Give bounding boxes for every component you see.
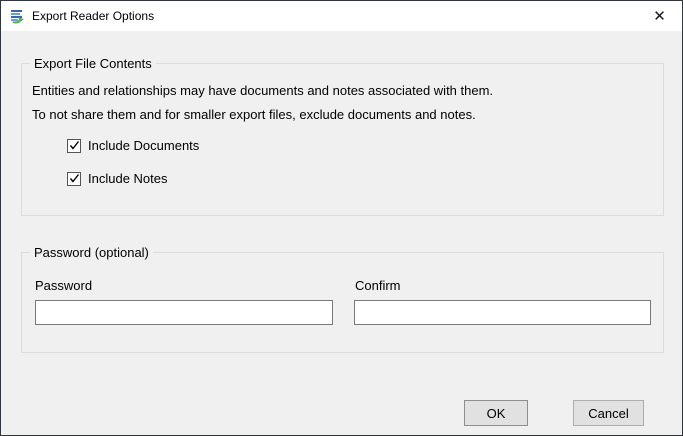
checkmark-icon xyxy=(69,141,79,150)
include-notes-checkbox-row[interactable]: Include Notes xyxy=(67,171,168,186)
group-legend: Export File Contents xyxy=(30,56,156,71)
include-notes-label: Include Notes xyxy=(88,171,168,186)
include-notes-checkbox[interactable] xyxy=(67,171,81,186)
export-file-contents-group: Export File Contents Entities and relati… xyxy=(21,56,664,216)
confirm-input[interactable] xyxy=(354,300,651,325)
include-documents-label: Include Documents xyxy=(88,138,200,153)
ok-button[interactable]: OK xyxy=(464,400,528,426)
window-title: Export Reader Options xyxy=(32,9,155,23)
cancel-button[interactable]: Cancel xyxy=(573,400,644,426)
password-input[interactable] xyxy=(35,300,333,325)
include-documents-checkbox-row[interactable]: Include Documents xyxy=(67,138,199,153)
password-label: Password xyxy=(35,278,93,293)
close-button[interactable]: ✕ xyxy=(637,1,682,30)
checkmark-icon xyxy=(69,174,79,183)
password-group: Password (optional) Password Confirm xyxy=(21,245,664,353)
include-documents-checkbox[interactable] xyxy=(67,138,81,153)
export-document-icon xyxy=(11,10,24,24)
description-line-2: To not share them and for smaller export… xyxy=(32,107,476,122)
description-line-1: Entities and relationships may have docu… xyxy=(32,83,494,98)
group-legend: Password (optional) xyxy=(30,245,153,260)
titlebar: Export Reader Options ✕ xyxy=(1,1,682,31)
export-reader-options-dialog: Export Reader Options ✕ Export File Cont… xyxy=(0,0,683,436)
confirm-label: Confirm xyxy=(355,278,401,293)
